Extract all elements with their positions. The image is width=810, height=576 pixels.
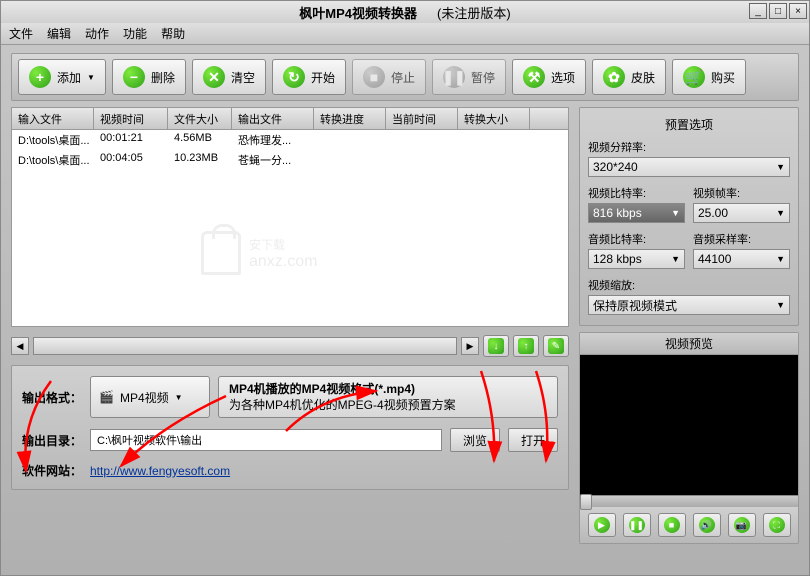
- menu-function[interactable]: 功能: [123, 25, 147, 42]
- clear-button[interactable]: ✕清空: [192, 59, 266, 95]
- resolution-select[interactable]: 320*240▼: [588, 157, 790, 177]
- expand-icon: ⛶: [769, 517, 785, 533]
- camera-icon: 📷: [734, 517, 750, 533]
- preview-snapshot-button[interactable]: 📷: [728, 513, 756, 537]
- video-scale-select[interactable]: 保持原视频模式▼: [588, 295, 790, 315]
- preset-title: 预置选项: [588, 114, 790, 135]
- preset-panel: 预置选项 视频分辩率: 320*240▼ 视频比特率: 816 kbps▼ 视频…: [579, 107, 799, 326]
- preview-pause-button[interactable]: ❚❚: [623, 513, 651, 537]
- format-select-button[interactable]: 🎬 MP4视频 ▼: [90, 376, 210, 418]
- website-link[interactable]: http://www.fengyesoft.com: [90, 464, 230, 478]
- add-button[interactable]: +添加▼: [18, 59, 106, 95]
- preview-volume-button[interactable]: 🔊: [693, 513, 721, 537]
- start-button[interactable]: ↻开始: [272, 59, 346, 95]
- menubar: 文件 编辑 动作 功能 帮助: [1, 23, 809, 45]
- table-row[interactable]: D:\tools\桌面... 00:01:21 4.56MB 恐怖理发...: [12, 130, 568, 150]
- tools-icon: ⚒: [523, 66, 545, 88]
- pencil-icon: ✎: [548, 338, 564, 354]
- x-icon: ✕: [203, 66, 225, 88]
- output-dir-label: 输出目录：: [22, 432, 82, 449]
- menu-edit[interactable]: 编辑: [47, 25, 71, 42]
- pause-icon: ❚❚: [629, 517, 645, 533]
- close-button[interactable]: ×: [789, 3, 807, 19]
- app-window: 枫叶MP4视频转换器 (未注册版本) _ □ × 文件 编辑 动作 功能 帮助 …: [0, 0, 810, 576]
- browse-button[interactable]: 浏览: [450, 428, 500, 452]
- output-panel: 输出格式： 🎬 MP4视频 ▼ MP4机播放的MP4视频格式(*.mp4) 为各…: [11, 365, 569, 490]
- menu-file[interactable]: 文件: [9, 25, 33, 42]
- file-table: 输入文件 视频时间 文件大小 输出文件 转换进度 当前时间 转换大小 D:\to…: [11, 107, 569, 327]
- stop-icon: ■: [363, 66, 385, 88]
- output-dir-input[interactable]: [90, 429, 442, 451]
- move-down-button[interactable]: ↓: [483, 335, 509, 357]
- refresh-icon: ↻: [283, 66, 305, 88]
- play-icon: ▶: [594, 517, 610, 533]
- table-header: 输入文件 视频时间 文件大小 输出文件 转换进度 当前时间 转换大小: [12, 108, 568, 130]
- preview-title: 视频预览: [580, 333, 798, 355]
- edit-list-button[interactable]: ✎: [543, 335, 569, 357]
- plus-icon: +: [29, 66, 51, 88]
- scroll-left-button[interactable]: ◀: [11, 337, 29, 355]
- slider-thumb[interactable]: [580, 494, 592, 510]
- preview-stop-button[interactable]: ■: [658, 513, 686, 537]
- pause-icon: ❚❚: [443, 66, 465, 88]
- up-arrow-icon: ↑: [518, 338, 534, 354]
- volume-icon: 🔊: [699, 517, 715, 533]
- buy-button[interactable]: 🛒购买: [672, 59, 746, 95]
- preview-panel: 视频预览 ▶ ❚❚ ■ 🔊 📷 ⛶: [579, 332, 799, 544]
- preview-screen: [580, 355, 798, 495]
- pause-button[interactable]: ❚❚暂停: [432, 59, 506, 95]
- minus-icon: −: [123, 66, 145, 88]
- preview-play-button[interactable]: ▶: [588, 513, 616, 537]
- down-arrow-icon: ↓: [488, 338, 504, 354]
- website-label: 软件网站：: [22, 462, 82, 479]
- scroll-right-button[interactable]: ▶: [461, 337, 479, 355]
- table-row[interactable]: D:\tools\桌面... 00:04:05 10.23MB 苍蝇一分...: [12, 150, 568, 170]
- maximize-button[interactable]: □: [769, 3, 787, 19]
- open-button[interactable]: 打开: [508, 428, 558, 452]
- options-button[interactable]: ⚒选项: [512, 59, 586, 95]
- apple-icon: ✿: [603, 66, 625, 88]
- cart-icon: 🛒: [683, 66, 705, 88]
- video-bitrate-select[interactable]: 816 kbps▼: [588, 203, 685, 223]
- titlebar: 枫叶MP4视频转换器 (未注册版本) _ □ ×: [1, 1, 809, 23]
- skin-button[interactable]: ✿皮肤: [592, 59, 666, 95]
- video-icon: 🎬: [99, 390, 114, 404]
- fps-select[interactable]: 25.00▼: [693, 203, 790, 223]
- preview-fullscreen-button[interactable]: ⛶: [763, 513, 791, 537]
- audio-samplerate-select[interactable]: 44100▼: [693, 249, 790, 269]
- menu-action[interactable]: 动作: [85, 25, 109, 42]
- audio-bitrate-select[interactable]: 128 kbps▼: [588, 249, 685, 269]
- preview-slider[interactable]: [580, 495, 798, 507]
- app-title: 枫叶MP4视频转换器: [299, 3, 417, 22]
- stop-button[interactable]: ■停止: [352, 59, 426, 95]
- format-description: MP4机播放的MP4视频格式(*.mp4) 为各种MP4机优化的MPEG-4视频…: [218, 376, 558, 418]
- horizontal-scrollbar[interactable]: [33, 337, 457, 355]
- minimize-button[interactable]: _: [749, 3, 767, 19]
- registration-status: (未注册版本): [437, 3, 511, 22]
- stop-icon: ■: [664, 517, 680, 533]
- move-up-button[interactable]: ↑: [513, 335, 539, 357]
- menu-help[interactable]: 帮助: [161, 25, 185, 42]
- format-label: 输出格式：: [22, 389, 82, 406]
- delete-button[interactable]: −删除: [112, 59, 186, 95]
- toolbar: +添加▼ −删除 ✕清空 ↻开始 ■停止 ❚❚暂停 ⚒选项 ✿皮肤 🛒购买: [11, 53, 799, 101]
